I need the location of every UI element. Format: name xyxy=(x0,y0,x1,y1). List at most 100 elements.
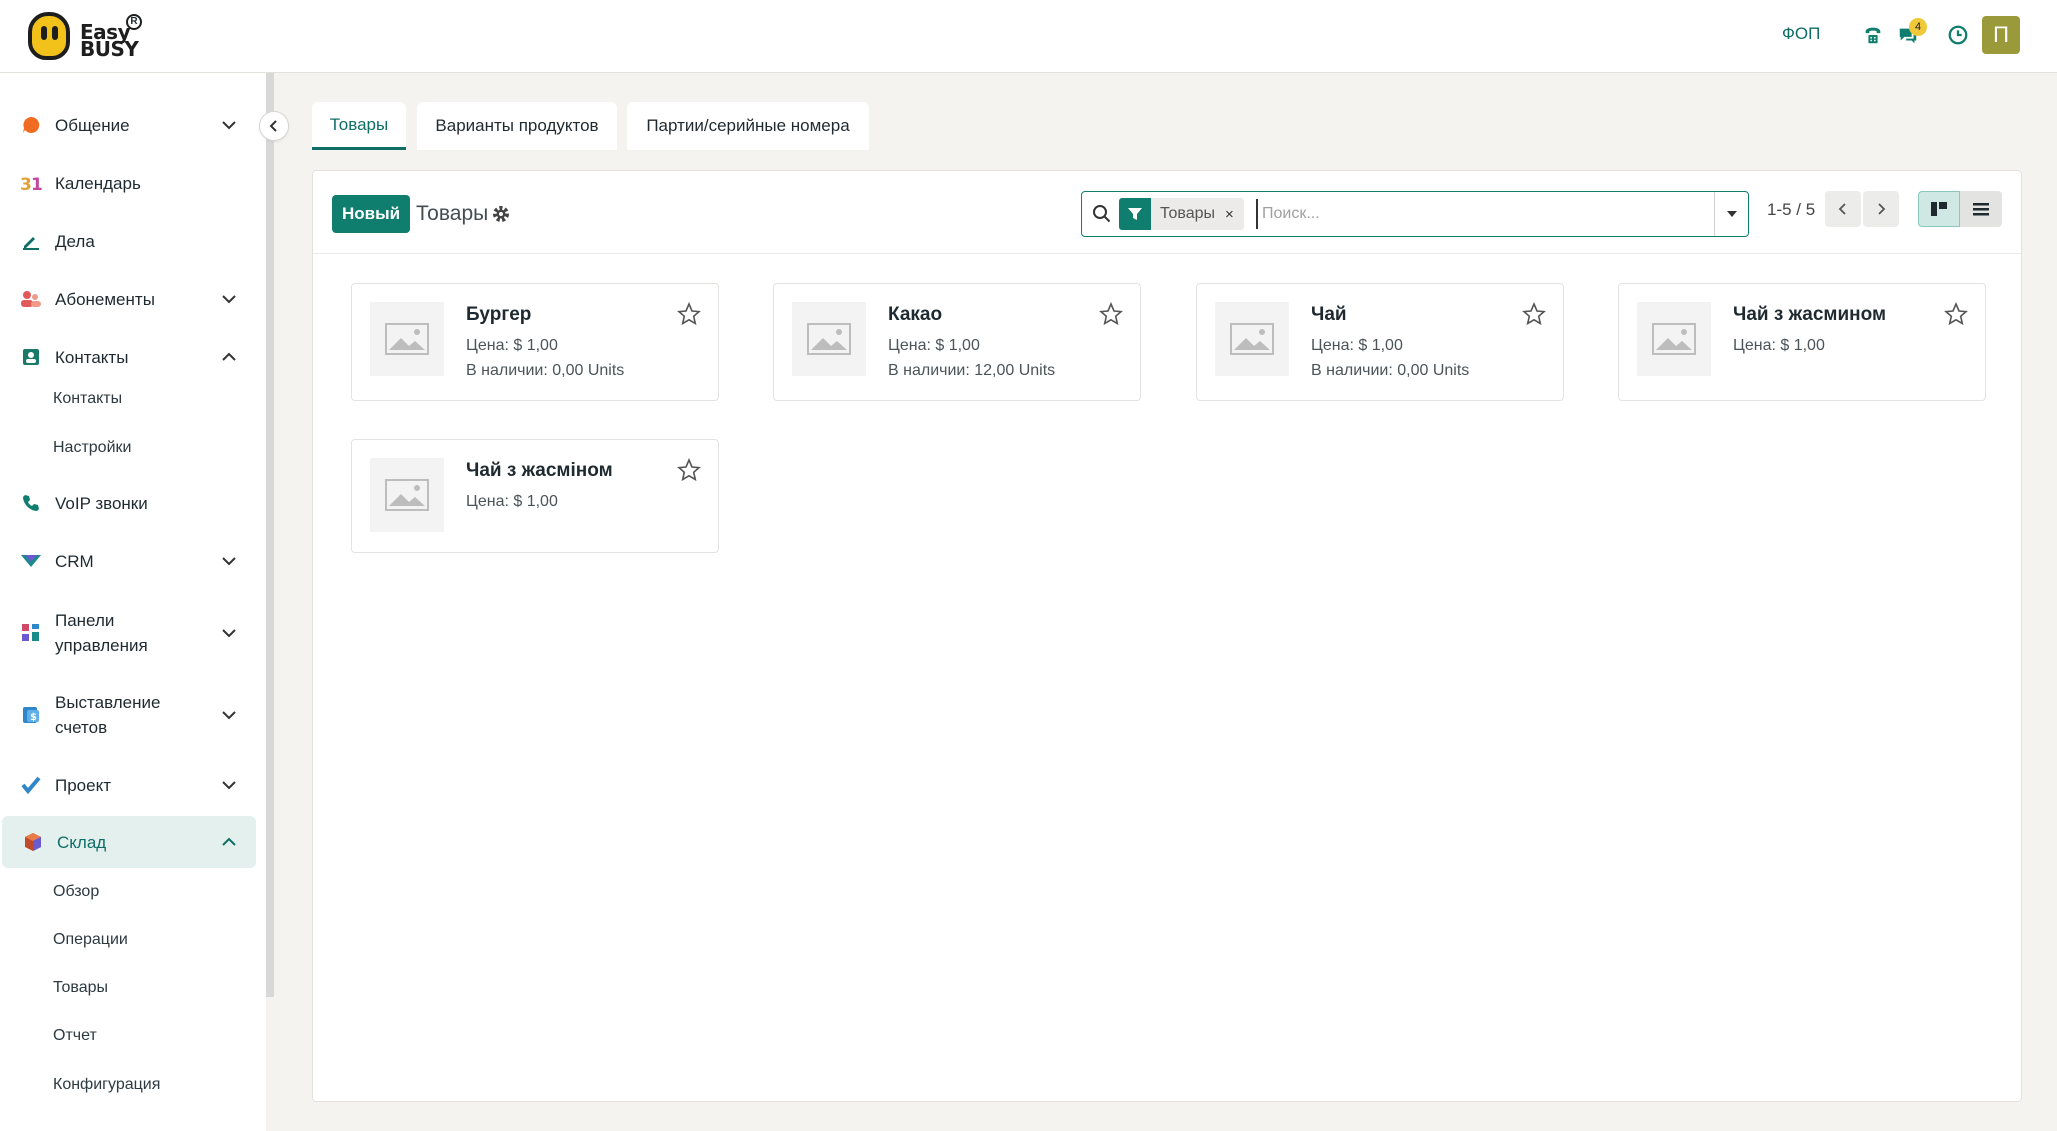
chevron-down-icon xyxy=(222,711,236,720)
box-icon xyxy=(22,831,44,853)
sidebar-item-label: Склад xyxy=(57,832,107,852)
sidebar-item-voip[interactable]: VoIP звонки xyxy=(0,481,258,525)
logo-mark-icon xyxy=(28,12,70,60)
logo-registered-mark: R xyxy=(126,14,142,30)
sidebar-collapse-button[interactable] xyxy=(259,111,289,141)
product-stock: В наличии: 12,00 Units xyxy=(888,362,1056,379)
product-stock: В наличии: 0,00 Units xyxy=(1311,362,1470,379)
sidebar-item-project[interactable]: Проект xyxy=(0,763,258,807)
sidebar-item-communication[interactable]: Общение xyxy=(0,103,258,147)
facet-label: Товары xyxy=(1160,205,1216,222)
sidebar-subitem-operations[interactable]: Операции xyxy=(53,931,128,949)
new-button[interactable]: Новый xyxy=(332,195,410,233)
sidebar-item-label: Абонементы xyxy=(55,289,155,309)
chevron-down-icon xyxy=(222,557,236,566)
sidebar-subitem-products[interactable]: Товары xyxy=(53,979,108,997)
sidebar-subitem-reports[interactable]: Отчет xyxy=(53,1027,97,1045)
tab-products[interactable]: Товары xyxy=(312,102,406,150)
sidebar-item-label: CRM xyxy=(55,551,94,571)
app-logo[interactable]: Easy BUSY R xyxy=(28,12,148,62)
product-card[interactable]: Чай Цена: $ 1,00 В наличии: 0,00 Units xyxy=(1196,283,1564,401)
company-switcher[interactable]: ФОП xyxy=(1782,24,1820,44)
sidebar-subitem-settings[interactable]: Настройки xyxy=(53,439,131,457)
chat-bubble-icon xyxy=(20,114,42,136)
sidebar-item-label: VoIP звонки xyxy=(55,493,148,513)
chevron-left-icon xyxy=(269,120,277,132)
image-placeholder-icon xyxy=(807,323,851,355)
product-price: Цена: $ 1,00 xyxy=(1311,337,1403,354)
pager-value[interactable]: 1-5 / 5 xyxy=(1767,200,1815,220)
list-view-button[interactable] xyxy=(1960,191,2002,227)
phone-icon xyxy=(20,492,42,514)
image-placeholder-icon xyxy=(1652,323,1696,355)
sidebar-item-label-line2: управления xyxy=(55,636,148,655)
sidebar-item-calendar[interactable]: 31 Календарь xyxy=(0,161,258,205)
chevron-up-icon xyxy=(222,837,236,846)
sidebar-item-warehouse[interactable]: Склад xyxy=(2,816,256,868)
product-card[interactable]: Какао Цена: $ 1,00 В наличии: 12,00 Unit… xyxy=(773,283,1141,401)
phone-icon[interactable] xyxy=(1860,22,1886,48)
sidebar-item-crm[interactable]: CRM xyxy=(0,539,258,583)
product-image-placeholder xyxy=(1637,302,1711,376)
sidebar-item-label-line2: счетов xyxy=(55,718,108,737)
star-icon[interactable] xyxy=(677,302,701,326)
dashboard-icon xyxy=(20,622,42,644)
list-icon xyxy=(1973,203,1989,216)
tab-product-variants[interactable]: Варианты продуктов xyxy=(417,102,617,150)
logo-text-line2: BUSY xyxy=(80,37,139,61)
pager-previous-button[interactable] xyxy=(1825,191,1861,227)
sidebar-item-contacts[interactable]: Контакты xyxy=(0,335,258,379)
calendar-icon: 31 xyxy=(20,172,42,194)
product-name: Чай з жасмином xyxy=(1733,304,1887,325)
product-image-placeholder xyxy=(1215,302,1289,376)
product-price: Цена: $ 1,00 xyxy=(888,337,980,354)
search-facet: Товары × xyxy=(1119,198,1244,230)
sidebar-scrollbar[interactable] xyxy=(266,73,274,997)
product-price: Цена: $ 1,00 xyxy=(1733,337,1825,354)
invoice-icon: $ xyxy=(20,704,42,726)
product-image-placeholder xyxy=(370,458,444,532)
sidebar: Общение 31 Календарь Дела Абонементы Кон… xyxy=(0,73,266,1131)
sidebar-item-label: Контакты xyxy=(55,347,129,367)
product-image-placeholder xyxy=(792,302,866,376)
product-card[interactable]: Бургер Цена: $ 1,00 В наличии: 0,00 Unit… xyxy=(351,283,719,401)
sidebar-subitem-overview[interactable]: Обзор xyxy=(53,883,99,901)
sidebar-item-label: Выставление счетов xyxy=(55,690,160,740)
clock-icon[interactable] xyxy=(1945,22,1971,48)
product-stock: В наличии: 0,00 Units xyxy=(466,362,625,379)
svg-text:1: 1 xyxy=(31,175,42,193)
chat-icon[interactable]: 4 xyxy=(1895,18,1927,48)
chevron-down-icon xyxy=(222,781,236,790)
user-avatar[interactable]: П xyxy=(1982,16,2020,54)
sidebar-item-invoicing[interactable]: $ Выставление счетов xyxy=(0,685,258,745)
sidebar-item-subscriptions[interactable]: Абонементы xyxy=(0,277,258,321)
chevron-right-icon xyxy=(1878,203,1886,215)
image-placeholder-icon xyxy=(385,323,429,355)
search-options-toggle[interactable] xyxy=(1714,192,1748,236)
sidebar-subitem-configuration[interactable]: Конфигурация xyxy=(53,1076,160,1094)
star-icon[interactable] xyxy=(677,458,701,482)
people-icon xyxy=(20,288,42,310)
gear-icon[interactable] xyxy=(491,204,511,224)
product-card[interactable]: Чай з жасміном Цена: $ 1,00 xyxy=(351,439,719,553)
sidebar-subitem-contacts[interactable]: Контакты xyxy=(53,390,122,408)
pager-next-button[interactable] xyxy=(1863,191,1899,227)
product-name: Чай xyxy=(1311,304,1347,325)
divider xyxy=(313,253,2021,254)
image-placeholder-icon xyxy=(385,479,429,511)
sidebar-item-activities[interactable]: Дела xyxy=(0,219,258,263)
facet-remove-button[interactable]: × xyxy=(1225,206,1244,223)
chevron-down-icon xyxy=(222,629,236,638)
product-card[interactable]: Чай з жасмином Цена: $ 1,00 xyxy=(1618,283,1986,401)
star-icon[interactable] xyxy=(1522,302,1546,326)
sidebar-item-label-line1: Панели xyxy=(55,611,115,630)
tab-lots-serials[interactable]: Партии/серийные номера xyxy=(627,102,869,150)
kanban-view-button[interactable] xyxy=(1918,191,1960,227)
sidebar-item-dashboards[interactable]: Панели управления xyxy=(0,603,258,663)
kanban-icon xyxy=(1931,202,1947,216)
star-icon[interactable] xyxy=(1099,302,1123,326)
product-name: Чай з жасміном xyxy=(466,460,613,481)
product-image-placeholder xyxy=(370,302,444,376)
star-icon[interactable] xyxy=(1944,302,1968,326)
search-input[interactable] xyxy=(1256,199,1696,229)
